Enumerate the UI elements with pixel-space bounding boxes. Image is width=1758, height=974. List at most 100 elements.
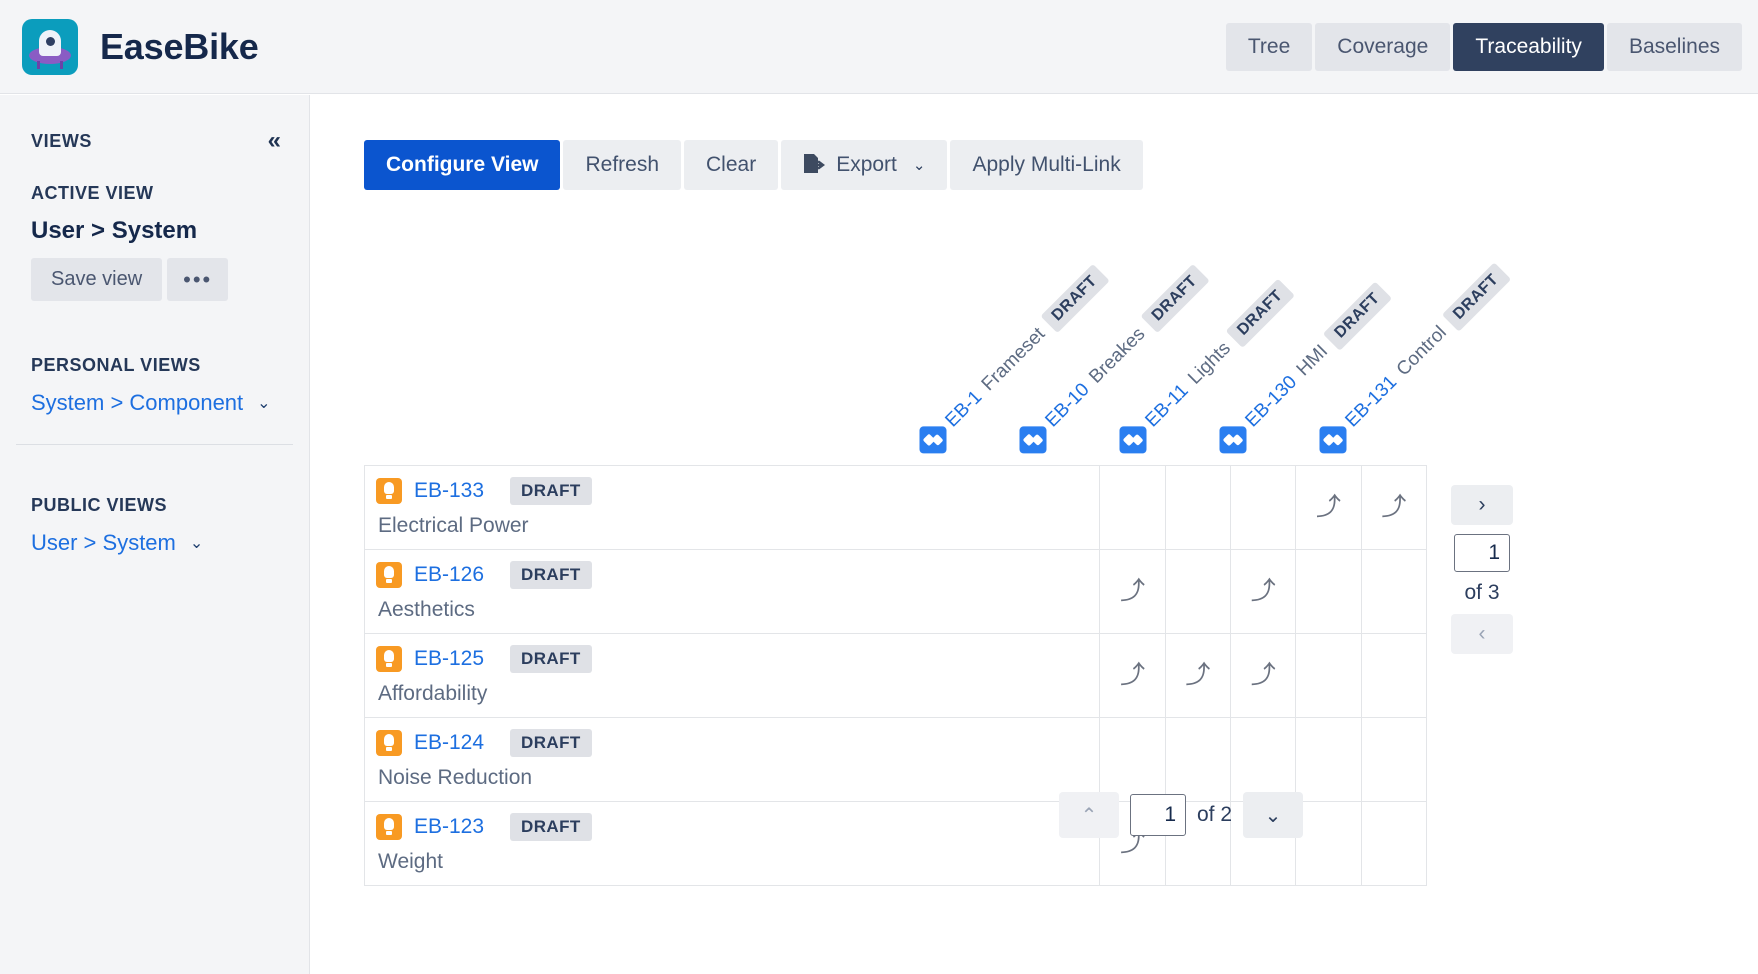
- matrix-cell-eb-124-eb-11[interactable]: [1230, 717, 1297, 802]
- public-views-label: PUBLIC VIEWS: [31, 495, 168, 515]
- personal-view-label: System > Component: [31, 390, 244, 415]
- jira-epic-diamond-icon: [1319, 426, 1347, 454]
- apply-multi-link-button[interactable]: Apply Multi-Link: [950, 140, 1143, 190]
- tab-baselines[interactable]: Baselines: [1606, 22, 1742, 71]
- matrix-cell-eb-125-eb-131[interactable]: [1360, 633, 1428, 718]
- table-row: EB-125 DRAFT Affordability ⤴ ⤴ ⤴: [363, 633, 1428, 718]
- status-badge: DRAFT: [510, 477, 592, 505]
- chevron-down-icon[interactable]: ⌄: [190, 533, 203, 553]
- chevron-down-icon[interactable]: ⌄: [257, 393, 270, 413]
- link-arrow-icon[interactable]: ⤴: [1120, 663, 1145, 688]
- refresh-button[interactable]: Refresh: [563, 140, 681, 190]
- row-page-input[interactable]: [1130, 794, 1186, 836]
- column-pagination: › of 3 ‹: [1451, 485, 1513, 654]
- next-columns-button[interactable]: ›: [1451, 485, 1513, 525]
- row-page-total: of 2: [1197, 803, 1233, 826]
- status-badge: DRAFT: [510, 645, 592, 673]
- row-label-eb-125: EB-125 DRAFT Affordability: [363, 633, 1101, 718]
- matrix-cell-eb-125-eb-1[interactable]: ⤴: [1099, 633, 1166, 718]
- matrix-cell-eb-126-eb-11[interactable]: ⤴: [1230, 549, 1297, 634]
- matrix-cell-eb-123-eb-131[interactable]: [1360, 801, 1428, 886]
- table-row: EB-124 DRAFT Noise Reduction: [363, 717, 1428, 802]
- row-key[interactable]: EB-125: [414, 647, 484, 671]
- view-more-options-button[interactable]: •••: [167, 258, 229, 301]
- next-rows-button[interactable]: ⌄: [1243, 792, 1304, 838]
- sidebar-title: VIEWS: [31, 130, 93, 151]
- row-key[interactable]: EB-133: [414, 479, 484, 503]
- column-header-eb-130[interactable]: EB-130 HMI DRAFT: [1219, 280, 1393, 465]
- app-title: EaseBike: [100, 25, 259, 67]
- matrix-cell-eb-133-eb-1[interactable]: [1099, 465, 1166, 550]
- prev-columns-button[interactable]: ‹: [1451, 614, 1513, 654]
- prev-rows-button[interactable]: ⌃: [1059, 792, 1119, 838]
- tab-traceability[interactable]: Traceability: [1453, 22, 1604, 71]
- matrix-cell-eb-126-eb-130[interactable]: [1295, 549, 1362, 634]
- column-key: EB-11: [1141, 379, 1193, 432]
- link-arrow-icon[interactable]: ⤴: [1251, 579, 1276, 604]
- lightbulb-icon: [376, 730, 402, 756]
- link-arrow-icon[interactable]: ⤴: [1316, 495, 1341, 520]
- column-key: EB-10: [1041, 378, 1094, 432]
- matrix-cell-eb-126-eb-10[interactable]: [1164, 549, 1232, 634]
- column-header-eb-10[interactable]: EB-10 Breakes DRAFT: [1019, 263, 1210, 465]
- matrix-cell-eb-133-eb-11[interactable]: [1230, 465, 1297, 550]
- configure-view-button[interactable]: Configure View: [364, 140, 561, 190]
- row-pagination: ⌃ of 2 ⌄: [1059, 792, 1304, 838]
- traceability-matrix: EB-1 Frameset DRAFT EB-10 Breakes DRAFT: [363, 262, 1511, 886]
- link-arrow-icon[interactable]: ⤴: [1120, 579, 1145, 604]
- personal-views-label: PERSONAL VIEWS: [31, 355, 201, 375]
- column-key: EB-1: [941, 386, 986, 432]
- save-view-button[interactable]: Save view: [31, 258, 163, 301]
- column-header-eb-1[interactable]: EB-1 Frameset DRAFT: [919, 263, 1110, 465]
- matrix-cell-eb-125-eb-10[interactable]: ⤴: [1164, 633, 1232, 718]
- column-key: EB-130: [1241, 371, 1301, 432]
- matrix-column-headers: EB-1 Frameset DRAFT EB-10 Breakes DRAFT: [364, 262, 1511, 465]
- row-key[interactable]: EB-123: [414, 815, 484, 839]
- lightbulb-icon: [376, 814, 402, 840]
- row-key[interactable]: EB-126: [414, 563, 484, 587]
- jira-epic-diamond-icon: [919, 426, 947, 454]
- row-summary: Aesthetics: [378, 598, 475, 621]
- link-arrow-icon[interactable]: ⤴: [1185, 663, 1210, 688]
- matrix-cell-eb-124-eb-130[interactable]: [1295, 717, 1362, 802]
- status-badge: DRAFT: [510, 729, 592, 757]
- matrix-cell-eb-124-eb-1[interactable]: [1099, 717, 1166, 802]
- main-content: Configure View Refresh Clear Export ⌄ Ap…: [311, 95, 1758, 974]
- matrix-cell-eb-133-eb-131[interactable]: ⤴: [1360, 465, 1428, 550]
- matrix-cell-eb-133-eb-10[interactable]: [1164, 465, 1232, 550]
- table-row: EB-133 DRAFT Electrical Power ⤴ ⤴: [363, 465, 1428, 550]
- matrix-cell-eb-124-eb-10[interactable]: [1164, 717, 1232, 802]
- export-file-icon: [803, 153, 826, 178]
- column-header-eb-11[interactable]: EB-11 Lights DRAFT: [1119, 278, 1295, 465]
- export-label: Export: [836, 153, 897, 176]
- matrix-cell-eb-124-eb-131[interactable]: [1360, 717, 1428, 802]
- collapse-sidebar-icon[interactable]: «: [268, 129, 281, 153]
- status-badge: DRAFT: [1322, 280, 1393, 351]
- matrix-cell-eb-123-eb-130[interactable]: [1295, 801, 1362, 886]
- status-badge: DRAFT: [1225, 278, 1295, 348]
- export-button[interactable]: Export ⌄: [781, 140, 948, 190]
- active-view-label: ACTIVE VIEW: [31, 183, 154, 203]
- column-header-eb-131[interactable]: EB-131 Control DRAFT: [1319, 262, 1511, 465]
- app-header: EaseBike Tree Coverage Traceability Base…: [0, 0, 1758, 94]
- lightbulb-icon: [376, 562, 402, 588]
- jira-epic-diamond-icon: [1119, 426, 1147, 454]
- link-arrow-icon[interactable]: ⤴: [1251, 663, 1276, 688]
- sidebar-header: VIEWS «: [0, 95, 309, 153]
- jira-epic-diamond-icon: [1219, 426, 1247, 454]
- matrix-cell-eb-126-eb-1[interactable]: ⤴: [1099, 549, 1166, 634]
- row-summary: Weight: [378, 850, 443, 873]
- column-page-input[interactable]: [1454, 534, 1510, 572]
- sidebar-item-system-component[interactable]: System > Component ⌄: [0, 390, 309, 416]
- row-key[interactable]: EB-124: [414, 731, 484, 755]
- matrix-cell-eb-125-eb-11[interactable]: ⤴: [1230, 633, 1297, 718]
- status-badge: DRAFT: [1139, 263, 1210, 334]
- matrix-cell-eb-126-eb-131[interactable]: [1360, 549, 1428, 634]
- link-arrow-icon[interactable]: ⤴: [1381, 495, 1406, 520]
- tab-coverage[interactable]: Coverage: [1315, 22, 1451, 71]
- sidebar-item-user-system[interactable]: User > System ⌄: [0, 530, 309, 556]
- matrix-cell-eb-125-eb-130[interactable]: [1295, 633, 1362, 718]
- clear-button[interactable]: Clear: [684, 140, 779, 190]
- matrix-cell-eb-133-eb-130[interactable]: ⤴: [1295, 465, 1362, 550]
- tab-tree[interactable]: Tree: [1225, 22, 1313, 71]
